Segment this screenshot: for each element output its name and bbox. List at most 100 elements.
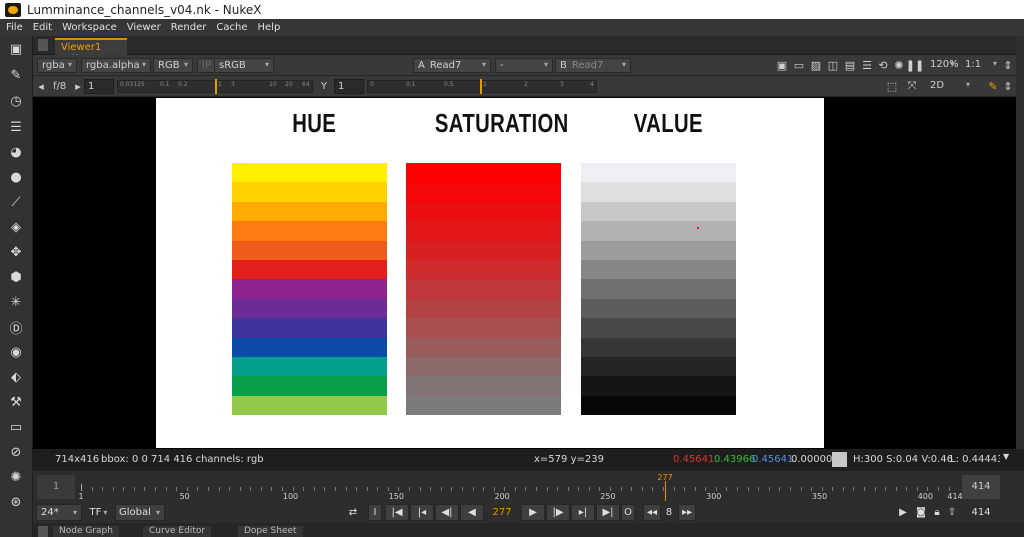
gamma-input[interactable]: 1 bbox=[334, 79, 364, 94]
first-frame-icon[interactable]: |◀ bbox=[385, 504, 409, 521]
menu-render[interactable]: Render bbox=[171, 22, 207, 33]
tab-dope-sheet[interactable]: Dope Sheet bbox=[238, 526, 303, 537]
menu-edit[interactable]: Edit bbox=[33, 22, 52, 33]
zoom-dropdown[interactable]: 120% ▾ bbox=[926, 58, 959, 73]
fps-dropdown[interactable]: 24* ▾ bbox=[36, 504, 82, 521]
input-a-letter: A bbox=[418, 60, 425, 71]
refresh-icon[interactable]: ⟲ bbox=[876, 58, 890, 72]
hue-swatch bbox=[232, 337, 387, 358]
menu-cache[interactable]: Cache bbox=[216, 22, 247, 33]
merge-nodes-icon[interactable]: ◈ bbox=[7, 219, 25, 235]
furnace-nodes-icon[interactable]: ⊘ bbox=[7, 444, 25, 460]
export-icon[interactable]: ⇪ bbox=[945, 504, 959, 521]
ratio-dropdown[interactable]: 1:1 ▾ bbox=[961, 58, 1001, 73]
fstop-right-arrow-icon[interactable]: ▸ bbox=[73, 79, 83, 93]
scope-dropdown[interactable]: Global ▾ bbox=[115, 504, 165, 521]
colorspace-dropdown[interactable]: sRGB ▾ bbox=[214, 58, 274, 73]
draw-nodes-icon[interactable]: ✎ bbox=[7, 67, 25, 83]
out-point-button[interactable]: O bbox=[621, 504, 635, 521]
viewer-right-scrollbar[interactable] bbox=[1016, 36, 1024, 449]
ruler-tick bbox=[440, 487, 442, 491]
menu-file[interactable]: File bbox=[6, 22, 23, 33]
fullframe-icon[interactable]: ▭ bbox=[792, 58, 806, 72]
timeline-start-field[interactable]: 1 bbox=[37, 475, 75, 499]
timeline-ruler[interactable]: 277 1 50 100 150 200 250 300 350 400 414 bbox=[78, 473, 963, 502]
update-icon[interactable]: ✺ bbox=[892, 58, 906, 72]
viewer-canvas[interactable]: HUE SATURATION VALUE bbox=[33, 97, 1024, 449]
end-frame-field[interactable]: 414 bbox=[962, 504, 1000, 521]
deep-nodes-icon[interactable]: Ⓓ bbox=[7, 319, 25, 337]
filter-nodes-icon[interactable]: ● bbox=[7, 169, 25, 185]
tab-curve-editor[interactable]: Curve Editor bbox=[143, 526, 212, 537]
timecode-mode-dropdown[interactable]: TF ▾ bbox=[86, 504, 111, 521]
roi-toggle-icon[interactable]: ⬚ bbox=[885, 79, 899, 93]
toolsets-icon[interactable]: ⚒ bbox=[7, 394, 25, 410]
fstop-left-arrow-icon[interactable]: ◂ bbox=[36, 79, 46, 93]
gamma-handle[interactable] bbox=[480, 79, 482, 94]
info-collapse-icon[interactable]: ▼ bbox=[1003, 452, 1009, 461]
transform-handle-icon[interactable]: ⤧ bbox=[905, 79, 919, 93]
particles-nodes-icon[interactable]: ✳ bbox=[7, 294, 25, 310]
other-nodes-icon[interactable]: ▭ bbox=[7, 419, 25, 435]
play-forward-icon[interactable]: ▶ bbox=[521, 504, 545, 521]
view-mode-dropdown[interactable]: 2D ▾ bbox=[926, 79, 974, 94]
lock-icon[interactable]: 🔒︎ bbox=[930, 504, 944, 521]
menu-viewer[interactable]: Viewer bbox=[127, 22, 161, 33]
gamma-slider[interactable]: 0 0.1 0.5 1 2 3 4 bbox=[367, 79, 597, 94]
step-forward-icon[interactable]: ▸▸ bbox=[678, 504, 696, 521]
next-frame-icon[interactable]: |▶ bbox=[546, 504, 570, 521]
plugins-nodes-icon[interactable]: ⊛ bbox=[7, 494, 25, 510]
input-a-dropdown[interactable]: A Read7 ▾ bbox=[413, 58, 491, 73]
current-frame-field[interactable]: 277 bbox=[487, 504, 517, 521]
image-nodes-icon[interactable]: ▣ bbox=[7, 41, 25, 57]
metadata-nodes-icon[interactable]: ⬖ bbox=[7, 369, 25, 385]
nuke-app-icon bbox=[5, 2, 21, 17]
ruler-tick bbox=[345, 487, 347, 491]
menu-workspace[interactable]: Workspace bbox=[62, 22, 117, 33]
compare-operation-dropdown[interactable]: - ▾ bbox=[495, 58, 553, 73]
last-frame-icon[interactable]: ▶| bbox=[596, 504, 620, 521]
in-point-button[interactable]: I bbox=[368, 504, 382, 521]
flipbook-icon[interactable]: ▶ bbox=[895, 504, 911, 521]
next-keyframe-icon[interactable]: ▸| bbox=[571, 504, 595, 521]
display-channel-dropdown[interactable]: RGB ▾ bbox=[153, 58, 193, 73]
gain-handle[interactable] bbox=[215, 79, 217, 94]
play-backward-icon[interactable]: ◀ bbox=[460, 504, 484, 521]
color-picker-icon[interactable]: ✎ bbox=[986, 79, 1000, 93]
loop-mode-icon[interactable]: ⇄ bbox=[343, 504, 363, 521]
channels-dropdown[interactable]: rgba ▾ bbox=[37, 58, 77, 73]
lut-icon[interactable]: ☰ bbox=[860, 58, 874, 72]
increment-field[interactable]: 8 bbox=[661, 504, 677, 521]
prev-keyframe-icon[interactable]: |◂ bbox=[410, 504, 434, 521]
gain-input[interactable]: 1 bbox=[84, 79, 114, 94]
ocula-nodes-icon[interactable]: ✺ bbox=[7, 469, 25, 485]
views-nodes-icon[interactable]: ◉ bbox=[7, 344, 25, 360]
ruler-tick bbox=[250, 487, 252, 491]
color-nodes-icon[interactable]: ◕ bbox=[7, 144, 25, 160]
pane-handle-icon[interactable] bbox=[38, 39, 48, 51]
pane-handle-bottom-icon[interactable] bbox=[38, 526, 48, 537]
keyer-nodes-icon[interactable]: ⟋ bbox=[7, 194, 25, 210]
3d-nodes-icon[interactable]: ⬢ bbox=[7, 269, 25, 285]
playhead[interactable] bbox=[665, 481, 667, 501]
input-b-dropdown[interactable]: B Read7 ▾ bbox=[555, 58, 631, 73]
roi-icon[interactable]: ▣ bbox=[775, 58, 789, 72]
prev-frame-icon[interactable]: ◀| bbox=[435, 504, 459, 521]
alpha-channel-dropdown[interactable]: rgba.alpha ▾ bbox=[81, 58, 151, 73]
expand-icon[interactable]: ⇕ bbox=[1001, 58, 1015, 72]
gain-slider[interactable]: 0.03125 0.1 0.2 1 3 10 20 64 bbox=[117, 79, 313, 94]
menu-help[interactable]: Help bbox=[258, 22, 281, 33]
downscale-icon[interactable]: ◫ bbox=[826, 58, 840, 72]
tab-viewer1[interactable]: Viewer1 ✖ bbox=[55, 38, 127, 64]
checker-icon[interactable]: ▤ bbox=[843, 58, 857, 72]
proxy-icon[interactable]: ▨ bbox=[809, 58, 823, 72]
tab-node-graph[interactable]: Node Graph bbox=[53, 526, 119, 537]
time-nodes-icon[interactable]: ◷ bbox=[7, 93, 25, 109]
expand-lower-icon[interactable]: ⇕ bbox=[1001, 79, 1015, 93]
step-back-icon[interactable]: ◂◂ bbox=[643, 504, 661, 521]
timeline-end-field[interactable]: 414 bbox=[962, 475, 1000, 499]
transform-nodes-icon[interactable]: ✥ bbox=[7, 244, 25, 260]
record-icon[interactable]: ◙ bbox=[913, 504, 929, 521]
channel-nodes-icon[interactable]: ☰ bbox=[7, 119, 25, 135]
pause-icon[interactable]: ❚❚ bbox=[906, 58, 924, 72]
